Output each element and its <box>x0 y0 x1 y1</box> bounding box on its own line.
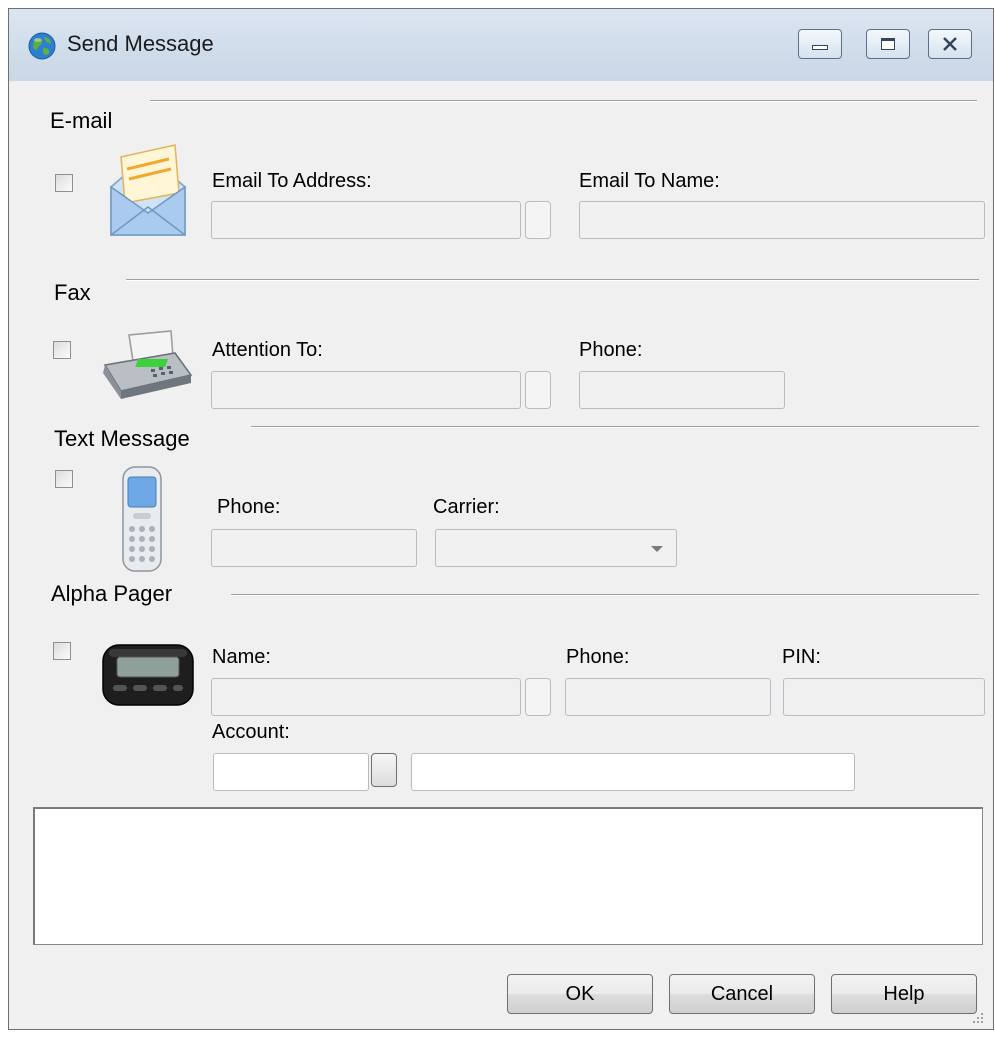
window-title: Send Message <box>67 31 214 56</box>
ok-button[interactable]: OK <box>507 974 653 1014</box>
alpha-pager-pin-label: PIN: <box>782 646 821 668</box>
alpha-pager-name-lookup-button[interactable] <box>525 678 551 716</box>
alpha-pager-section-divider <box>231 594 979 596</box>
maximize-icon <box>881 38 895 50</box>
fax-attention-to-field[interactable] <box>211 371 521 409</box>
minimize-icon <box>812 45 828 50</box>
chevron-down-icon <box>651 546 663 552</box>
alpha-pager-phone-label: Phone: <box>566 646 630 668</box>
fax-section-title: Fax <box>54 280 91 305</box>
email-section-divider <box>150 100 977 102</box>
alpha-pager-name-label: Name: <box>212 646 271 668</box>
envelope-icon <box>110 144 186 236</box>
email-address-lookup-button[interactable] <box>525 201 551 239</box>
dialog-client-area: E-mail Email To Address: Email To Name: … <box>9 81 993 1029</box>
fax-section-divider <box>126 279 979 281</box>
email-to-address-field[interactable] <box>211 201 521 239</box>
fax-phone-label: Phone: <box>579 339 643 361</box>
email-enable-checkbox[interactable] <box>55 174 73 192</box>
maximize-button[interactable] <box>866 29 910 59</box>
resize-grip-icon[interactable] <box>971 1011 985 1025</box>
email-to-name-label: Email To Name: <box>579 170 720 192</box>
close-icon <box>943 37 957 51</box>
text-message-phone-label: Phone: <box>217 496 281 518</box>
account-field[interactable] <box>213 753 369 791</box>
fax-phone-field[interactable] <box>579 371 785 409</box>
text-message-phone-field[interactable] <box>211 529 417 567</box>
title-bar[interactable]: Send Message <box>9 9 993 81</box>
globe-icon <box>28 32 56 60</box>
account-label: Account: <box>212 721 290 743</box>
fax-machine-icon <box>103 330 193 399</box>
email-section-title: E-mail <box>50 108 113 133</box>
help-button[interactable]: Help <box>831 974 977 1014</box>
text-message-section-title: Text Message <box>54 426 190 451</box>
cancel-button[interactable]: Cancel <box>669 974 815 1014</box>
email-to-address-label: Email To Address: <box>212 170 372 192</box>
message-text-area[interactable] <box>33 807 983 945</box>
account-lookup-button[interactable] <box>371 753 397 787</box>
email-to-name-field[interactable] <box>579 201 985 239</box>
mobile-phone-icon <box>122 466 162 572</box>
fax-attention-lookup-button[interactable] <box>525 371 551 409</box>
carrier-label: Carrier: <box>433 496 500 518</box>
alpha-pager-section-title: Alpha Pager <box>51 581 173 606</box>
send-message-window: Send Message E-mail Email To Address: Em… <box>8 8 994 1030</box>
fax-attention-to-label: Attention To: <box>212 339 323 361</box>
alpha-pager-pin-field[interactable] <box>783 678 985 716</box>
text-message-section-divider <box>251 426 979 428</box>
pager-icon <box>102 644 194 706</box>
alpha-pager-enable-checkbox[interactable] <box>53 642 71 660</box>
fax-enable-checkbox[interactable] <box>53 341 71 359</box>
alpha-pager-name-field[interactable] <box>211 678 521 716</box>
close-button[interactable] <box>928 29 972 59</box>
alpha-pager-phone-field[interactable] <box>565 678 771 716</box>
carrier-dropdown[interactable] <box>435 529 677 567</box>
minimize-button[interactable] <box>798 29 842 59</box>
account-name-field[interactable] <box>411 753 855 791</box>
text-message-enable-checkbox[interactable] <box>55 470 73 488</box>
